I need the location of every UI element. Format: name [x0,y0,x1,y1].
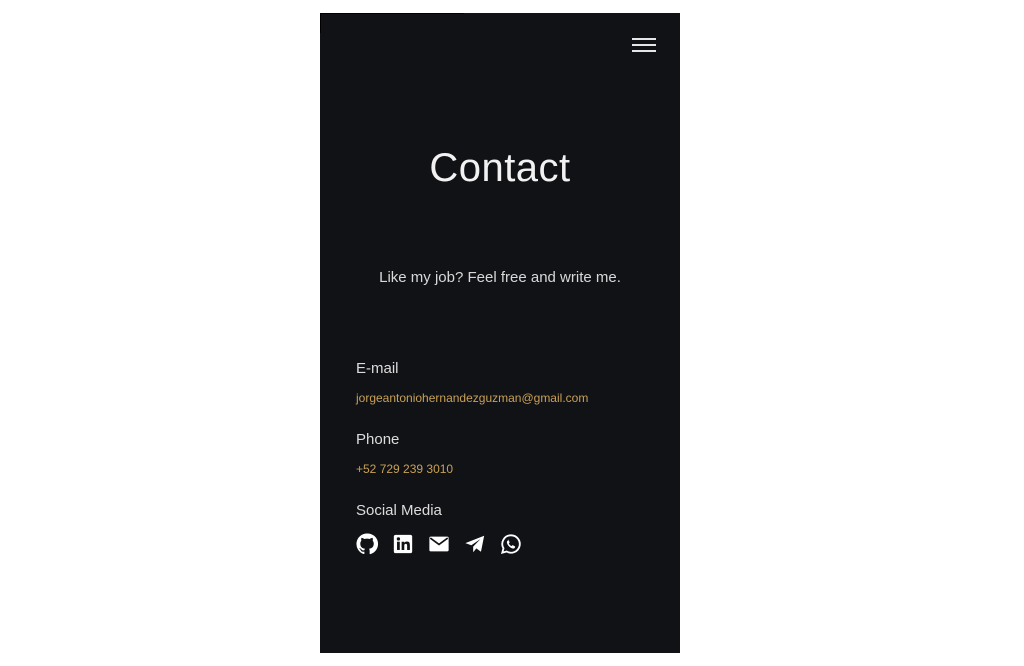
whatsapp-icon[interactable] [500,533,522,555]
email-icon[interactable] [428,533,450,555]
github-icon[interactable] [356,533,378,555]
menu-line [632,50,656,52]
mobile-viewport: Contact Like my job? Feel free and write… [320,13,680,653]
email-label: E-mail [356,360,399,377]
menu-line [632,44,656,46]
email-link[interactable]: jorgeantoniohernandezguzman@gmail.com [356,391,588,405]
left-edge-bar [320,13,321,33]
phone-link[interactable]: +52 729 239 3010 [356,462,453,476]
menu-line [632,38,656,40]
page-title: Contact [429,146,571,190]
phone-label: Phone [356,431,400,448]
social-media-label: Social Media [356,502,442,519]
page-subtitle: Like my job? Feel free and write me. [379,269,621,286]
top-edge-bar [320,13,464,14]
social-links [356,533,522,555]
telegram-icon[interactable] [464,533,486,555]
linkedin-icon[interactable] [392,533,414,555]
hamburger-menu-icon[interactable] [632,36,658,54]
